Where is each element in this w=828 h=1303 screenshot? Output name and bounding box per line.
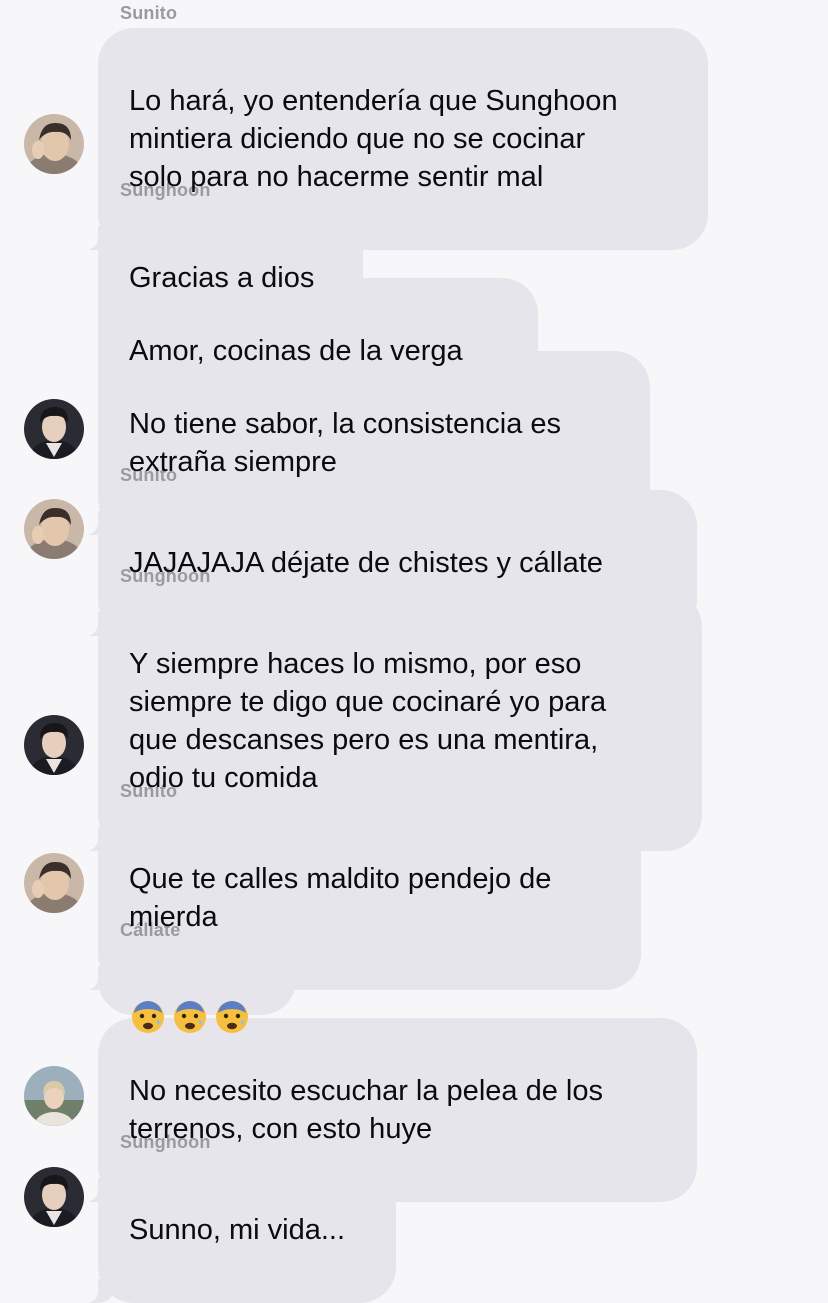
avatar[interactable] bbox=[24, 499, 84, 559]
message-bubble[interactable]: Sunno, mi vida... bbox=[74, 1157, 396, 1303]
avatar[interactable] bbox=[24, 1167, 84, 1227]
avatar[interactable] bbox=[24, 399, 84, 459]
avatar[interactable] bbox=[24, 114, 84, 174]
anxious-face-with-sweat-icon bbox=[174, 1001, 206, 1033]
sender-label: Sunito bbox=[120, 3, 178, 23]
avatar[interactable] bbox=[24, 853, 84, 913]
message-text: JAJAJAJA déjate de chistes y cállate bbox=[129, 547, 603, 579]
avatar-sunghoon-image bbox=[24, 1167, 84, 1227]
message-text: Que te calles maldito pendejo de mierda bbox=[129, 863, 552, 933]
message-text: Amor, cocinas de la verga bbox=[129, 335, 463, 367]
avatar[interactable] bbox=[24, 715, 84, 775]
avatar-sunito-image bbox=[24, 853, 84, 913]
avatar-sunghoon-image bbox=[24, 399, 84, 459]
anxious-face-with-sweat-icon bbox=[132, 1001, 164, 1033]
avatar-sunghoon-image bbox=[24, 715, 84, 775]
avatar[interactable] bbox=[24, 1066, 84, 1126]
anxious-face-with-sweat-icon bbox=[216, 1001, 248, 1033]
avatar-sunito-image bbox=[24, 499, 84, 559]
message-text: Lo hará, yo entendería que Sunghoon mint… bbox=[129, 85, 618, 193]
message-text: No tiene sabor, la consistencia es extra… bbox=[129, 408, 562, 478]
emoji-row bbox=[130, 999, 272, 1035]
message-text: No necesito escuchar la pelea de los ter… bbox=[129, 1075, 603, 1145]
avatar-third-image bbox=[24, 1066, 84, 1126]
message-text: Sunno, mi vida... bbox=[129, 1214, 345, 1246]
message-bubble[interactable] bbox=[98, 945, 296, 1033]
message-text: Y siempre haces lo mismo, por eso siempr… bbox=[129, 648, 607, 794]
message-text: Gracias a dios bbox=[129, 262, 315, 294]
avatar-sunito-image bbox=[24, 114, 84, 174]
